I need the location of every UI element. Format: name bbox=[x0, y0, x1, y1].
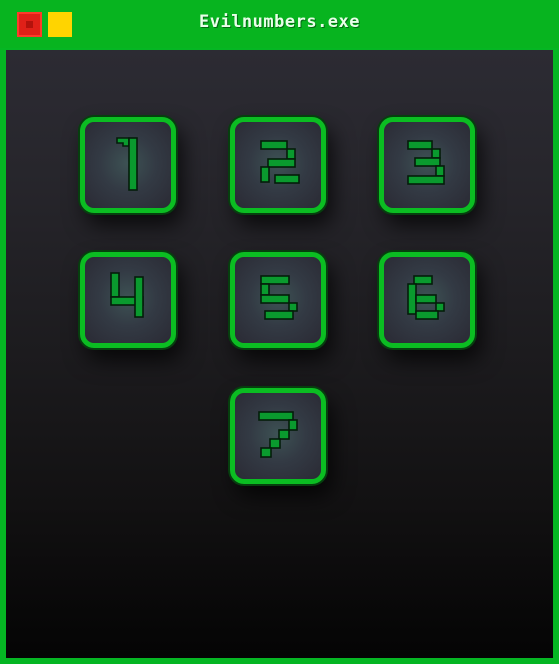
key-1-button[interactable]: 1 bbox=[80, 117, 176, 213]
digit-4-icon bbox=[110, 272, 144, 318]
digit-7-icon bbox=[258, 411, 298, 458]
digit-2-icon bbox=[260, 140, 300, 184]
digit-3-icon bbox=[407, 140, 445, 185]
app-window: Evilnumbers.exe 1 2 3 bbox=[0, 0, 559, 664]
title-bar[interactable]: Evilnumbers.exe bbox=[0, 0, 559, 48]
key-3-button[interactable]: 3 bbox=[379, 117, 475, 213]
keypad-area: 1 2 3 bbox=[6, 50, 553, 658]
key-6-button[interactable]: 6 bbox=[379, 252, 475, 348]
key-2-button[interactable]: 2 bbox=[230, 117, 326, 213]
digit-6-icon bbox=[407, 275, 445, 320]
digit-5-icon bbox=[260, 275, 298, 320]
digit-1-icon bbox=[116, 137, 138, 191]
key-4-button[interactable]: 4 bbox=[80, 252, 176, 348]
key-5-button[interactable]: 5 bbox=[230, 252, 326, 348]
window-title: Evilnumbers.exe bbox=[198, 12, 361, 32]
key-7-button[interactable]: 7 bbox=[230, 388, 326, 484]
